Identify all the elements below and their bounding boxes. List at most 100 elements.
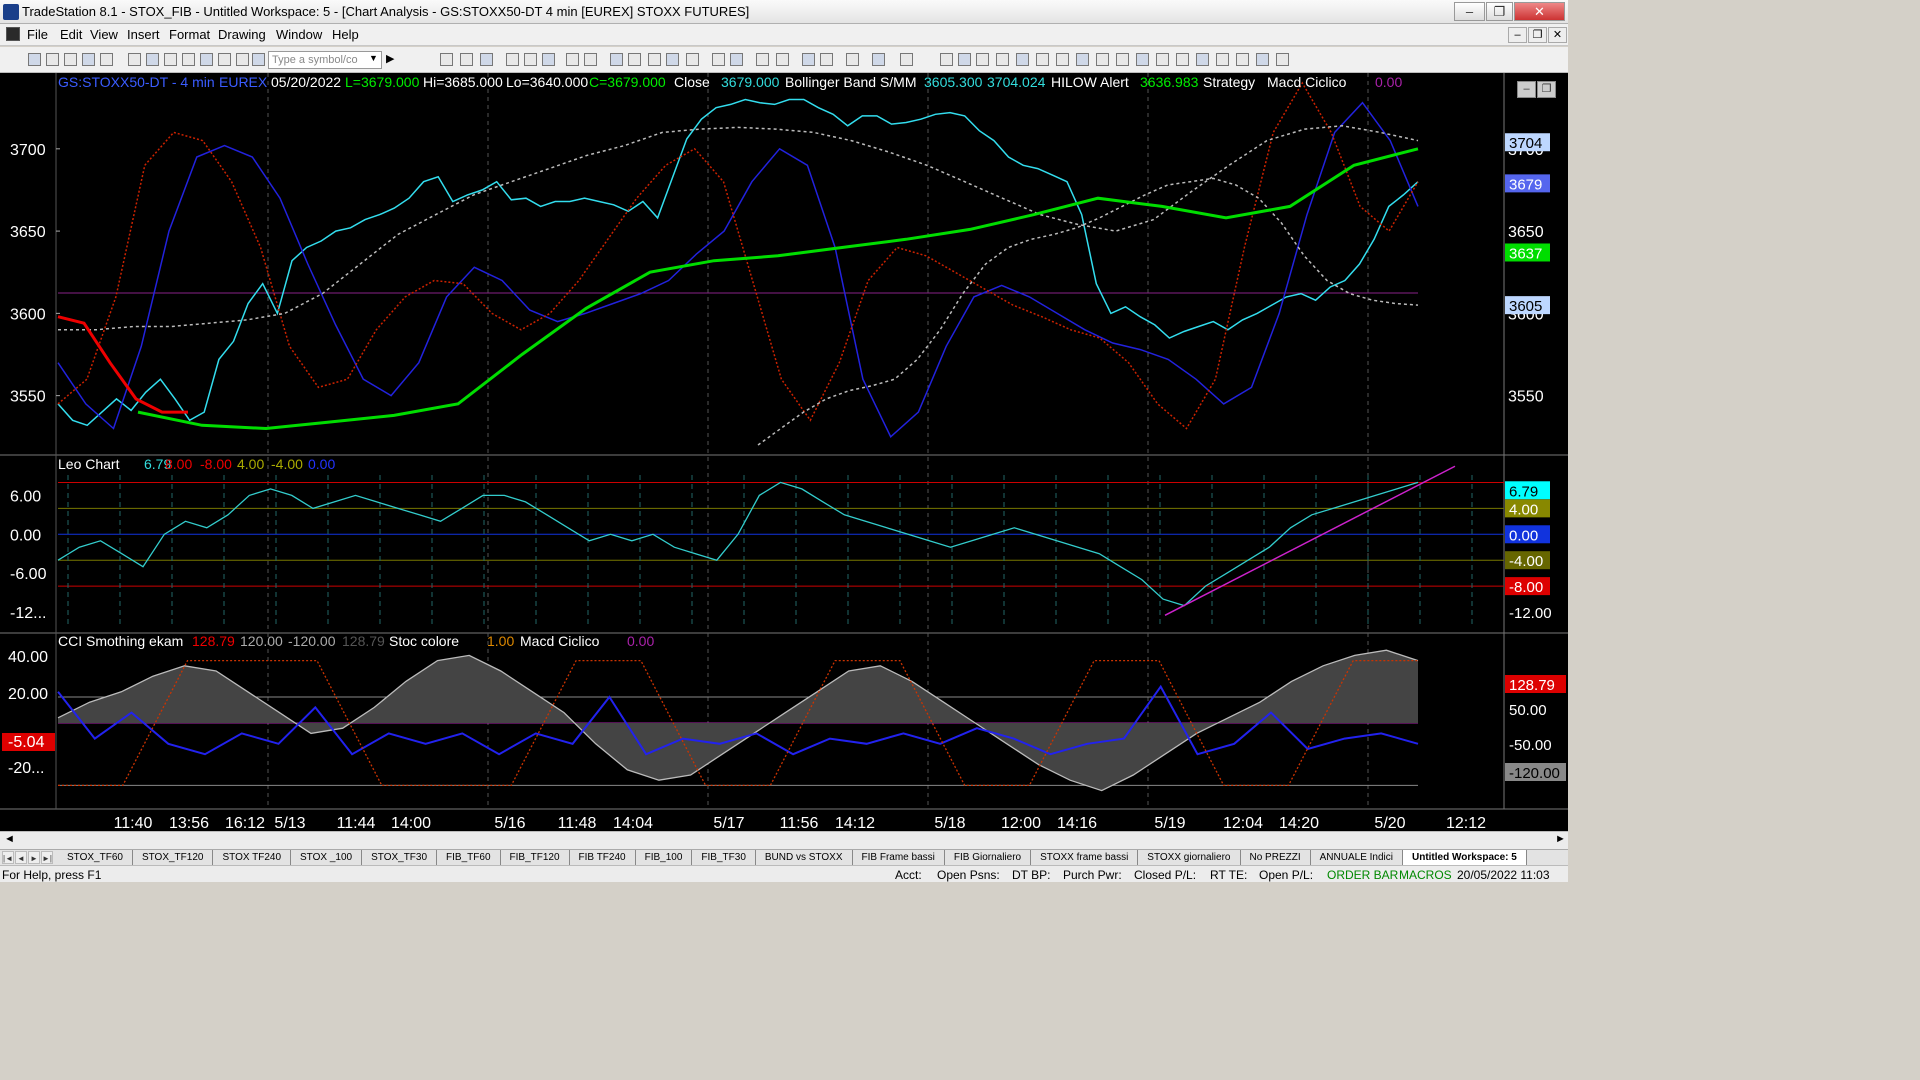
toolbar-tool-icon[interactable] bbox=[712, 53, 725, 66]
mdi-restore-button[interactable]: ❐ bbox=[1528, 27, 1547, 43]
workspace-tab[interactable]: STOX TF240 bbox=[213, 850, 292, 866]
toolbar-tool-icon[interactable] bbox=[820, 53, 833, 66]
toolbar-tool-icon[interactable] bbox=[236, 53, 249, 66]
toolbar-tool-icon[interactable] bbox=[872, 53, 885, 66]
toolbar-tool-icon[interactable] bbox=[64, 53, 77, 66]
maximize-button[interactable]: ❐ bbox=[1486, 2, 1513, 21]
tab-next-icon[interactable]: ► bbox=[28, 851, 40, 864]
workspace-tab[interactable]: STOX_TF30 bbox=[362, 850, 438, 866]
chart-restore-button[interactable]: ❐ bbox=[1537, 81, 1556, 98]
chart-minimize-button[interactable]: – bbox=[1517, 81, 1536, 98]
toolbar-tool-icon[interactable] bbox=[648, 53, 661, 66]
toolbar-tool-icon[interactable] bbox=[1116, 53, 1129, 66]
symbol-input[interactable]: Type a symbol/co bbox=[268, 51, 382, 69]
chart-analysis-window[interactable]: 3700370036503650360036003550355037043679… bbox=[0, 73, 1568, 849]
mdi-close-button[interactable]: ✕ bbox=[1548, 27, 1567, 43]
workspace-tab[interactable]: STOXX giornaliero bbox=[1138, 850, 1241, 866]
close-button[interactable]: ✕ bbox=[1514, 2, 1565, 21]
workspace-tab[interactable]: STOXX frame bassi bbox=[1031, 850, 1139, 866]
toolbar-tool-icon[interactable] bbox=[958, 53, 971, 66]
toolbar-tool-icon[interactable] bbox=[128, 53, 141, 66]
toolbar-tool-icon[interactable] bbox=[610, 53, 623, 66]
menu-edit[interactable]: Edit bbox=[60, 27, 82, 42]
order-bar-button[interactable]: ORDER BAR bbox=[1327, 868, 1398, 882]
toolbar-tool-icon[interactable] bbox=[46, 53, 59, 66]
menu-view[interactable]: View bbox=[90, 27, 118, 42]
go-arrow-icon[interactable]: ▶ bbox=[386, 52, 394, 65]
toolbar-tool-icon[interactable] bbox=[182, 53, 195, 66]
tab-last-icon[interactable]: ►| bbox=[41, 851, 53, 864]
menu-format[interactable]: Format bbox=[169, 27, 210, 42]
scroll-right-arrow-icon[interactable]: ► bbox=[1555, 833, 1566, 845]
toolbar-tool-icon[interactable] bbox=[218, 53, 231, 66]
minimize-button[interactable]: – bbox=[1454, 2, 1485, 21]
toolbar-tool-icon[interactable] bbox=[146, 53, 159, 66]
scroll-left-arrow-icon[interactable]: ◄ bbox=[4, 833, 15, 845]
macros-button[interactable]: MACROS bbox=[1399, 868, 1452, 882]
workspace-tab[interactable]: FIB_TF120 bbox=[500, 850, 570, 866]
menu-help[interactable]: Help bbox=[332, 27, 359, 42]
menu-file[interactable]: File bbox=[27, 27, 48, 42]
workspace-tab[interactable]: ANNUALE Indici bbox=[1310, 850, 1403, 866]
toolbar-tool-icon[interactable] bbox=[686, 53, 699, 66]
workspace-tab[interactable]: STOX _100 bbox=[291, 850, 363, 866]
toolbar-tool-icon[interactable] bbox=[1216, 53, 1229, 66]
menu-insert[interactable]: Insert bbox=[127, 27, 160, 42]
chart-canvas[interactable]: 3700370036503650360036003550355037043679… bbox=[0, 73, 1568, 831]
workspace-tab[interactable]: Untitled Workspace: 5 bbox=[1402, 850, 1527, 866]
toolbar-tool-icon[interactable] bbox=[164, 53, 177, 66]
toolbar-tool-icon[interactable] bbox=[1136, 53, 1149, 66]
tab-first-icon[interactable]: |◄ bbox=[2, 851, 14, 864]
toolbar-tool-icon[interactable] bbox=[1256, 53, 1269, 66]
toolbar-tool-icon[interactable] bbox=[1176, 53, 1189, 66]
workspace-tab[interactable]: FIB TF240 bbox=[569, 850, 636, 866]
toolbar-tool-icon[interactable] bbox=[1276, 53, 1289, 66]
toolbar-tool-icon[interactable] bbox=[252, 53, 265, 66]
toolbar-tool-icon[interactable] bbox=[1156, 53, 1169, 66]
toolbar-tool-icon[interactable] bbox=[628, 53, 641, 66]
workspace-tab[interactable]: STOX_TF120 bbox=[132, 850, 214, 866]
symbol-dropdown-icon[interactable]: ▼ bbox=[369, 53, 378, 63]
toolbar-tool-icon[interactable] bbox=[524, 53, 537, 66]
toolbar-tool-icon[interactable] bbox=[1236, 53, 1249, 66]
toolbar-tool-icon[interactable] bbox=[666, 53, 679, 66]
toolbar-tool-icon[interactable] bbox=[1016, 53, 1029, 66]
mdi-minimize-button[interactable]: – bbox=[1508, 27, 1527, 43]
toolbar-tool-icon[interactable] bbox=[100, 53, 113, 66]
toolbar-tool-icon[interactable] bbox=[730, 53, 743, 66]
menu-drawing[interactable]: Drawing bbox=[218, 27, 266, 42]
toolbar-tool-icon[interactable] bbox=[480, 53, 493, 66]
toolbar-tool-icon[interactable] bbox=[900, 53, 913, 66]
toolbar-tool-icon[interactable] bbox=[1196, 53, 1209, 66]
menu-window[interactable]: Window bbox=[276, 27, 322, 42]
toolbar-tool-icon[interactable] bbox=[1056, 53, 1069, 66]
toolbar-tool-icon[interactable] bbox=[1036, 53, 1049, 66]
toolbar-tool-icon[interactable] bbox=[460, 53, 473, 66]
tab-prev-icon[interactable]: ◄ bbox=[15, 851, 27, 864]
workspace-tab[interactable]: FIB Frame bassi bbox=[852, 850, 945, 866]
toolbar-tool-icon[interactable] bbox=[566, 53, 579, 66]
workspace-tab[interactable]: No PREZZI bbox=[1240, 850, 1311, 866]
toolbar-tool-icon[interactable] bbox=[996, 53, 1009, 66]
toolbar-tool-icon[interactable] bbox=[1096, 53, 1109, 66]
toolbar-tool-icon[interactable] bbox=[976, 53, 989, 66]
toolbar-tool-icon[interactable] bbox=[756, 53, 769, 66]
toolbar-tool-icon[interactable] bbox=[802, 53, 815, 66]
toolbar-tool-icon[interactable] bbox=[506, 53, 519, 66]
horizontal-scrollbar[interactable]: ◄ ► bbox=[0, 831, 1568, 849]
workspace-tab[interactable]: BUND vs STOXX bbox=[755, 850, 853, 866]
toolbar-tool-icon[interactable] bbox=[28, 53, 41, 66]
toolbar-tool-icon[interactable] bbox=[200, 53, 213, 66]
workspace-tab[interactable]: FIB_100 bbox=[635, 850, 693, 866]
toolbar-tool-icon[interactable] bbox=[440, 53, 453, 66]
chart-window-icon[interactable] bbox=[6, 27, 20, 41]
toolbar-tool-icon[interactable] bbox=[1076, 53, 1089, 66]
workspace-tab[interactable]: STOX_TF60 bbox=[58, 850, 133, 866]
workspace-tab[interactable]: FIB_TF30 bbox=[692, 850, 756, 866]
toolbar-tool-icon[interactable] bbox=[542, 53, 555, 66]
toolbar-tool-icon[interactable] bbox=[776, 53, 789, 66]
toolbar-tool-icon[interactable] bbox=[846, 53, 859, 66]
toolbar-tool-icon[interactable] bbox=[584, 53, 597, 66]
workspace-tab[interactable]: FIB Giornaliero bbox=[944, 850, 1032, 866]
workspace-tab[interactable]: FIB_TF60 bbox=[437, 850, 501, 866]
